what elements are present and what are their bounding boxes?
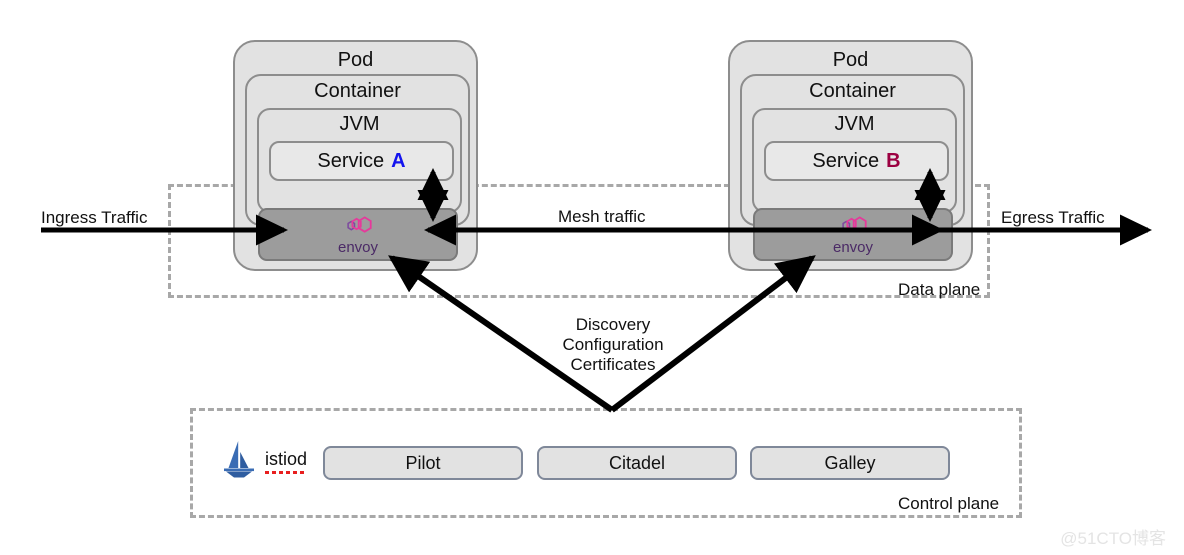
pod-a-label: Pod (337, 49, 374, 71)
flow-line-configuration: Configuration (562, 335, 664, 354)
service-b: Service B (764, 141, 949, 181)
service-a: Service A (269, 141, 454, 181)
data-plane-label: Data plane (898, 280, 981, 299)
control-plane-component-galley[interactable]: Galley (750, 446, 950, 480)
citadel-label: Citadel (608, 452, 666, 473)
istiod-sailboat-icon (224, 441, 254, 478)
service-b-label: Service (812, 149, 880, 172)
istiod-label: istiod (265, 448, 308, 469)
watermark: @51CTO博客 (1060, 529, 1166, 548)
mesh-traffic-label: Mesh traffic (558, 207, 646, 226)
jvm-b-label: JVM (834, 113, 875, 135)
spellcheck-underline-icon (265, 470, 308, 474)
diagram-canvas: Pod Container JVM Service A envoy Pod Co… (0, 0, 1184, 555)
control-plane-label: Control plane (898, 494, 1000, 513)
jvm-a-label: JVM (339, 113, 380, 135)
service-b-letter: B (886, 149, 901, 172)
control-plane-flow-label: Discovery Configuration Certificates (543, 315, 683, 375)
galley-label: Galley (824, 452, 876, 473)
envoy-logo-icon (842, 215, 867, 233)
control-plane-component-pilot[interactable]: Pilot (323, 446, 523, 480)
ingress-traffic-label: Ingress Traffic (41, 208, 148, 227)
pod-a: Pod Container JVM Service A envoy (233, 40, 478, 271)
istiod-logo: istiod (219, 437, 314, 481)
flow-line-discovery: Discovery (575, 315, 651, 334)
envoy-sidecar-a: envoy (258, 208, 458, 261)
jvm-a: JVM Service A (257, 108, 462, 213)
control-plane-component-citadel[interactable]: Citadel (537, 446, 737, 480)
envoy-a-label: envoy (337, 238, 379, 256)
pod-b-label: Pod (832, 49, 869, 71)
pod-b: Pod Container JVM Service B envoy (728, 40, 973, 271)
pilot-label: Pilot (405, 452, 441, 473)
envoy-logo-icon (347, 215, 372, 233)
jvm-b: JVM Service B (752, 108, 957, 213)
service-a-letter: A (391, 149, 406, 172)
flow-line-certificates: Certificates (570, 355, 656, 374)
container-b-label: Container (809, 80, 896, 102)
envoy-sidecar-b: envoy (753, 208, 953, 261)
container-b: Container JVM Service B (740, 74, 965, 226)
container-a: Container JVM Service A (245, 74, 470, 226)
envoy-b-label: envoy (832, 238, 874, 256)
istiod-text-wrapper: istiod (265, 448, 308, 474)
container-a-label: Container (314, 80, 401, 102)
egress-traffic-label: Egress Traffic (1001, 208, 1105, 227)
service-a-label: Service (317, 149, 385, 172)
